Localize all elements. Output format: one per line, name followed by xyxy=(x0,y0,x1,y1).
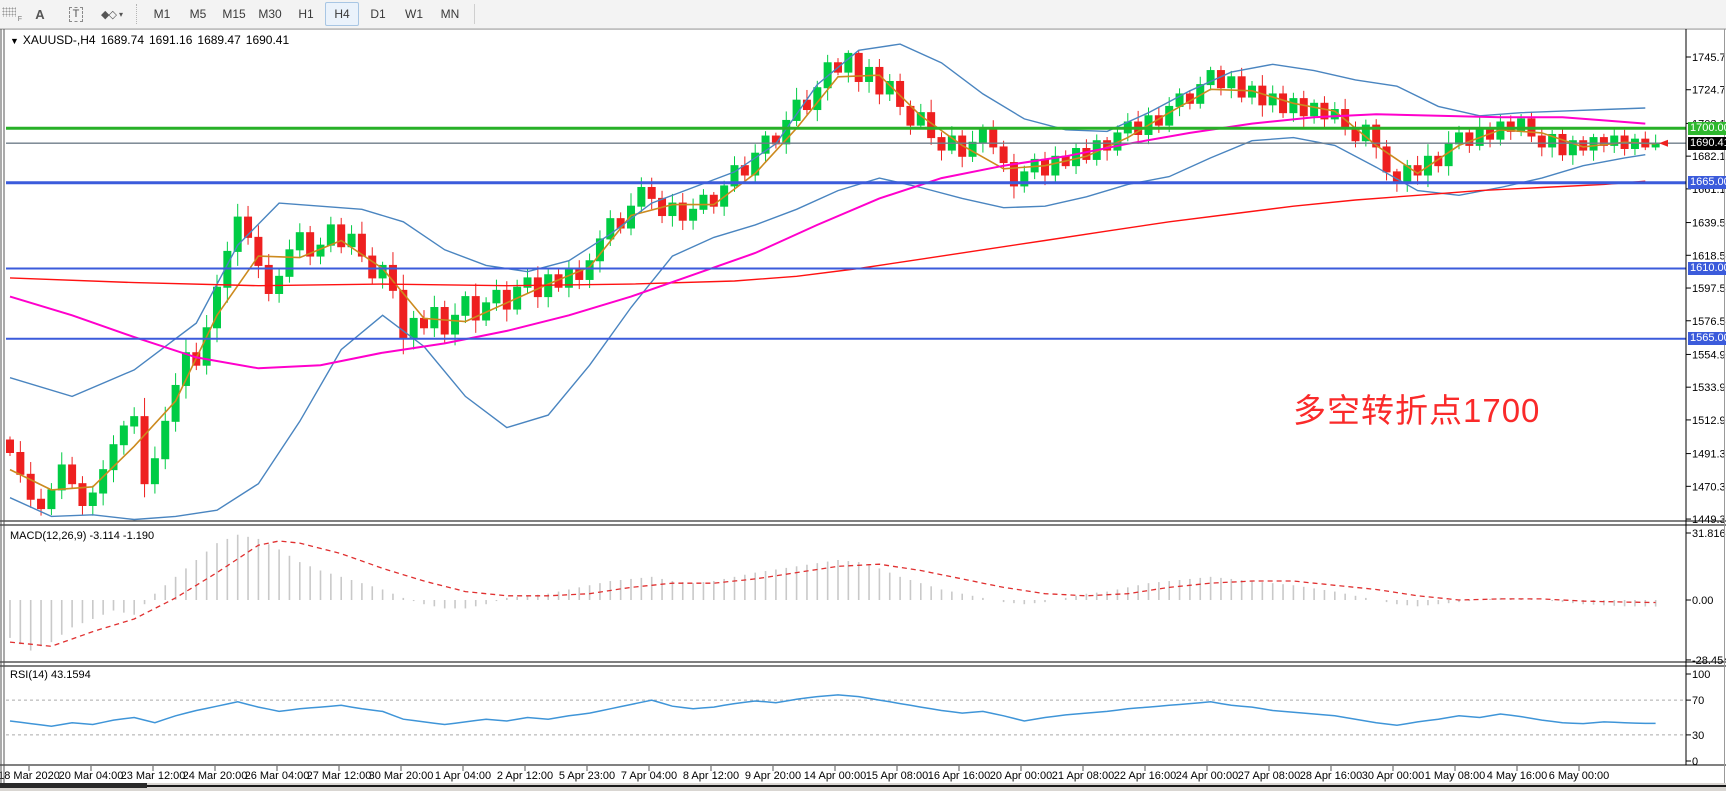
time-axis-label: 18 Mar 2020 xyxy=(0,770,60,782)
timeframe-button-w1[interactable]: W1 xyxy=(397,2,431,26)
collapse-triangle-icon: ▼ xyxy=(10,36,19,46)
time-axis-label: 9 Apr 20:00 xyxy=(745,770,801,782)
price-label-1565: 1565.00 xyxy=(1688,332,1726,345)
time-axis-label: 24 Mar 20:00 xyxy=(183,770,248,782)
ohlc-open: 1689.74 xyxy=(101,33,144,47)
rsi-indicator-label: RSI(14) 43.1594 xyxy=(10,669,91,681)
ohlc-low: 1689.47 xyxy=(197,33,240,47)
time-axis-label: 5 Apr 23:00 xyxy=(559,770,615,782)
time-axis-label: 21 Apr 08:00 xyxy=(1052,770,1114,782)
chevron-down-icon: ▾ xyxy=(119,10,123,19)
time-axis-label: 16 Apr 16:00 xyxy=(928,770,990,782)
ohlc-close: 1690.41 xyxy=(246,33,289,47)
symbol-period: XAUUSD-,H4 xyxy=(23,33,96,47)
time-axis-label: 23 Mar 12:00 xyxy=(121,770,186,782)
price-axis-tick: 1639.50 xyxy=(1692,218,1726,230)
time-axis-label: 26 Mar 04:00 xyxy=(245,770,310,782)
price-axis-tick: 1576.50 xyxy=(1692,316,1726,328)
rsi-axis-tick: 70 xyxy=(1692,695,1704,707)
rsi-axis-tick: 100 xyxy=(1692,669,1710,681)
macd-axis-tick: 31.816 xyxy=(1692,528,1726,540)
toolbar-separator xyxy=(474,4,475,24)
price-label-1610: 1610.00 xyxy=(1688,262,1726,275)
time-axis-label: 27 Mar 12:00 xyxy=(307,770,372,782)
time-axis-label: 1 May 08:00 xyxy=(1425,770,1486,782)
price-axis-tick: 1597.50 xyxy=(1692,283,1726,295)
price-axis-tick: 1682.10 xyxy=(1692,151,1726,163)
price-axis-tick: 1449.30 xyxy=(1692,514,1726,526)
price-label-1700: 1700.00 xyxy=(1688,122,1726,135)
timeframe-button-m30[interactable]: M30 xyxy=(253,2,287,26)
time-axis-label: 20 Apr 00:00 xyxy=(990,770,1052,782)
scrollbar-thumb[interactable] xyxy=(0,783,147,788)
time-axis-label: 8 Apr 12:00 xyxy=(683,770,739,782)
time-axis-label: 20 Mar 04:00 xyxy=(59,770,124,782)
time-axis-label: 30 Apr 00:00 xyxy=(1362,770,1424,782)
time-axis-label: 14 Apr 00:00 xyxy=(804,770,866,782)
time-axis-label: 27 Apr 08:00 xyxy=(1238,770,1300,782)
price-axis-tick: 1470.30 xyxy=(1692,481,1726,493)
current-price-label: 1690.41 xyxy=(1688,137,1726,150)
price-axis-tick: 1512.90 xyxy=(1692,415,1726,427)
text-box-icon: T xyxy=(69,7,84,22)
timeframe-button-mn[interactable]: MN xyxy=(433,2,467,26)
shapes-tool-button[interactable]: ◆◇ ▾ xyxy=(95,2,129,26)
time-axis-label: 15 Apr 08:00 xyxy=(866,770,928,782)
toolbar: F A T ◆◇ ▾ M1M5M15M30H1H4D1W1MN xyxy=(0,0,1726,29)
toolbar-handle-label: F xyxy=(18,17,22,22)
text-box-tool-button[interactable]: T xyxy=(59,2,93,26)
rsi-axis-tick: 30 xyxy=(1692,730,1704,742)
price-axis-tick: 1745.70 xyxy=(1692,52,1726,64)
ohlc-high: 1691.16 xyxy=(149,33,192,47)
time-axis-label: 30 Mar 20:00 xyxy=(369,770,434,782)
price-axis-tick: 1554.90 xyxy=(1692,349,1726,361)
time-axis-label: 4 May 16:00 xyxy=(1487,770,1548,782)
macd-axis-tick: -28.454 xyxy=(1692,655,1726,667)
rsi-axis-tick: 0 xyxy=(1692,756,1698,768)
shapes-icon: ◆◇ xyxy=(101,8,116,21)
timeframe-button-m5[interactable]: M5 xyxy=(181,2,215,26)
chart-text-annotation: 多空转折点1700 xyxy=(1293,384,1540,432)
time-axis-label: 22 Apr 16:00 xyxy=(1114,770,1176,782)
time-axis-label: 1 Apr 04:00 xyxy=(435,770,491,782)
time-axis-label: 24 Apr 00:00 xyxy=(1176,770,1238,782)
timeframe-button-m15[interactable]: M15 xyxy=(217,2,251,26)
toolbar-drag-handle-icon[interactable]: F xyxy=(2,5,22,23)
text-label-tool-button[interactable]: A xyxy=(23,2,57,26)
time-axis-label: 2 Apr 12:00 xyxy=(497,770,553,782)
timeframe-button-h1[interactable]: H1 xyxy=(289,2,323,26)
price-axis-tick: 1491.30 xyxy=(1692,449,1726,461)
chart-title: ▼ XAUUSD-,H4 1689.74 1691.16 1689.47 1690.41 xyxy=(10,33,294,47)
toolbar-separator xyxy=(136,4,138,24)
horizontal-scrollbar[interactable] xyxy=(0,783,1726,791)
price-axis-tick: 1618.50 xyxy=(1692,250,1726,262)
price-label-1665: 1665.00 xyxy=(1688,176,1726,189)
timeframe-button-d1[interactable]: D1 xyxy=(361,2,395,26)
time-axis-label: 28 Apr 16:00 xyxy=(1300,770,1362,782)
time-axis-label: 7 Apr 04:00 xyxy=(621,770,677,782)
time-axis-label: 6 May 00:00 xyxy=(1549,770,1610,782)
timeframe-button-group: M1M5M15M30H1H4D1W1MN xyxy=(144,2,468,26)
timeframe-button-h4[interactable]: H4 xyxy=(325,2,359,26)
macd-indicator-label: MACD(12,26,9) -3.114 -1.190 xyxy=(10,530,154,542)
price-axis-tick: 1533.90 xyxy=(1692,382,1726,394)
text-label-icon: A xyxy=(35,7,44,22)
price-axis-tick: 1724.70 xyxy=(1692,85,1726,97)
mt4-terminal: { "toolbar": { "handle_label": "F", "tex… xyxy=(0,0,1726,791)
macd-axis-tick: 0.00 xyxy=(1692,595,1713,607)
timeframe-button-m1[interactable]: M1 xyxy=(145,2,179,26)
